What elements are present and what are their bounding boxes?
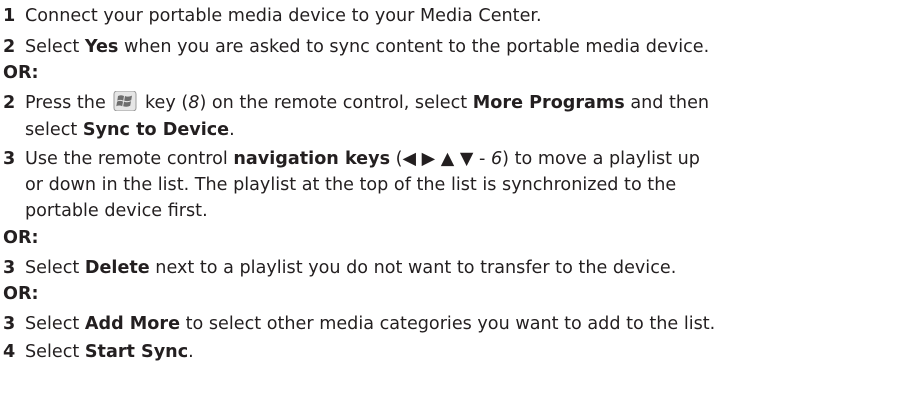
windows-logo-key-icon bbox=[113, 90, 137, 112]
or-label-3: OR: bbox=[3, 284, 39, 304]
instruction-document: 1 Connect your portable media device to … bbox=[0, 0, 906, 416]
or-label-2: OR: bbox=[3, 228, 39, 248]
or-label-1: OR: bbox=[3, 63, 39, 83]
step-text: portable device first. bbox=[25, 201, 208, 221]
step-number: 1 bbox=[3, 6, 16, 26]
navigation-keys-label: navigation keys bbox=[233, 149, 391, 169]
option-more-programs: More Programs bbox=[472, 93, 625, 113]
step-text: select Sync to Device. bbox=[25, 120, 235, 140]
step-number: 4 bbox=[3, 342, 16, 362]
option-delete: Delete bbox=[84, 258, 150, 278]
step-text: Use the remote control navigation keys (… bbox=[25, 149, 700, 169]
option-yes: Yes bbox=[84, 37, 119, 57]
step-text: Press the key (8) on the remote control,… bbox=[25, 90, 710, 113]
step-text: Select Add More to select other media ca… bbox=[25, 314, 716, 334]
step-text: or down in the list. The playlist at the… bbox=[25, 175, 677, 195]
step-text: Select Yes when you are asked to sync co… bbox=[25, 37, 710, 57]
step-number: 2 bbox=[3, 37, 16, 57]
step-number: 3 bbox=[3, 314, 16, 334]
step-text: Select Start Sync. bbox=[25, 342, 194, 362]
step-text: Connect your portable media device to yo… bbox=[25, 6, 542, 26]
step-number: 2 bbox=[3, 93, 16, 113]
option-start-sync: Start Sync bbox=[84, 342, 189, 362]
step-text: Select Delete next to a playlist you do … bbox=[25, 258, 677, 278]
option-add-more: Add More bbox=[84, 314, 181, 334]
step-number: 3 bbox=[3, 258, 16, 278]
option-sync-to-device: Sync to Device bbox=[82, 120, 230, 140]
step-number: 3 bbox=[3, 149, 16, 169]
